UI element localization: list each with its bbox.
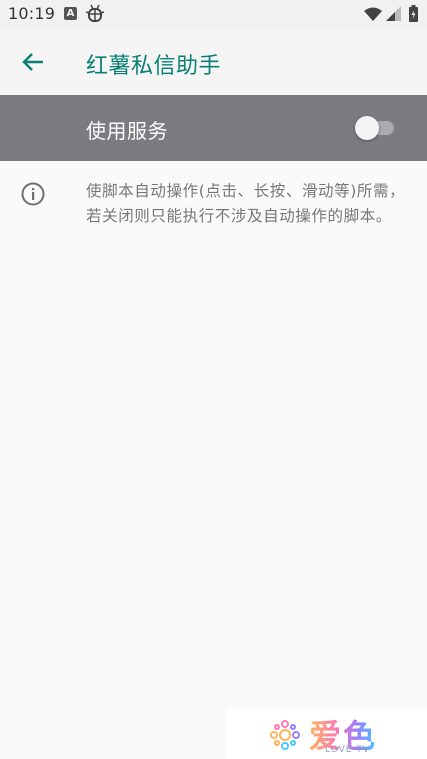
page-title: 红薯私信助手 [86,54,222,79]
watermark-sub: LOVE TV [325,745,370,755]
cell-signal-icon [386,6,401,25]
use-service-label: 使用服务 [86,119,168,143]
use-service-switch-row[interactable]: 使用服务 [0,95,427,161]
flower-logo-icon [270,720,300,750]
wifi-icon [364,6,382,25]
arrow-back-icon [22,53,43,71]
info-icon [21,182,45,206]
status-time: 10:19 [8,4,56,23]
bug-notification-icon [85,4,105,28]
status-bar: 10:19 A [0,0,427,28]
app-bar: 红薯私信助手 [0,28,427,95]
watermark-logo: 爱色 LOVE TV [227,709,427,759]
switch-thumb[interactable] [355,116,379,140]
battery-icon [409,5,418,26]
back-button[interactable] [14,43,52,81]
accessibility-service-screen: 10:19 A 红薯私信助手 使用服务 使脚本自动操作(点击、长按、滑动等)所需… [0,0,427,759]
service-description: 使脚本自动操作(点击、长按、滑动等)所需，若关闭则只能执行不涉及自动操作的脚本。 [86,182,406,225]
a-notification-icon: A [64,7,77,20]
